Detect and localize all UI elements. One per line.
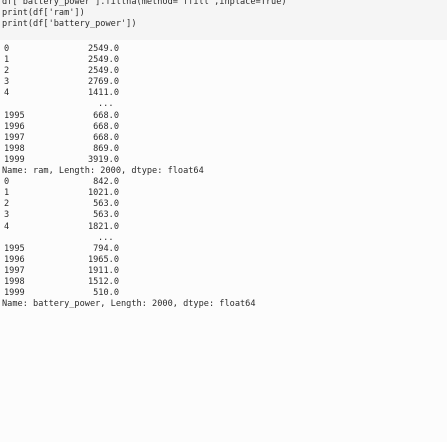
series-row: 0 2549.0 (2, 44, 447, 55)
series-row: 3 563.0 (2, 210, 447, 221)
series-row: 1 2549.0 (2, 55, 447, 66)
row-index: 1 (4, 188, 10, 199)
row-value: 510.0 (93, 288, 119, 299)
series-ellipsis-row: ... (2, 99, 447, 110)
series-row: 2 563.0 (2, 199, 447, 210)
series-row: 1999 3919.0 (2, 155, 447, 166)
ellipsis: ... (98, 232, 114, 243)
row-index: 4 (4, 88, 10, 99)
row-value: 842.0 (93, 177, 119, 188)
row-index: 0 (4, 177, 10, 188)
row-value: 563.0 (93, 199, 119, 210)
row-value: 2769.0 (87, 77, 119, 88)
series-row: 1997 1911.0 (2, 266, 447, 277)
row-value: 1021.0 (87, 188, 119, 199)
row-index: 0 (4, 44, 10, 54)
row-value: 869.0 (93, 143, 119, 154)
row-value: 1512.0 (87, 276, 119, 287)
row-index: 1995 (4, 243, 25, 254)
row-value: 1965.0 (87, 254, 119, 265)
row-index: 1996 (4, 254, 25, 265)
row-value: 3919.0 (87, 154, 119, 165)
row-index: 1997 (4, 132, 25, 143)
notebook-cell: df[ battery_power ].fillna(method= ffill… (0, 0, 447, 439)
series-footer: Name: battery_power, Length: 2000, dtype… (2, 299, 256, 310)
row-index: 3 (4, 77, 10, 88)
series-row: 1 1021.0 (2, 188, 447, 199)
row-value: 1821.0 (87, 221, 119, 232)
series-row: 4 1821.0 (2, 222, 447, 233)
series-row: 0 842.0 (2, 177, 447, 188)
row-index: 2 (4, 66, 10, 77)
row-index: 1999 (4, 288, 25, 299)
row-value: 1911.0 (87, 265, 119, 276)
series-row: 1995 794.0 (2, 244, 447, 255)
series-output-ram: 0 2549.0 1 2549.0 2 2549.0 3 2769.0 4 1411.0 … (2, 44, 447, 177)
row-value: 2549.0 (87, 44, 119, 54)
row-value: 2549.0 (87, 66, 119, 77)
series-row: 1997 668.0 (2, 133, 447, 144)
row-value: 2549.0 (87, 55, 119, 66)
row-value: 1411.0 (87, 88, 119, 99)
row-index: 1998 (4, 143, 25, 154)
code-line-fillna: df[ battery_power ].fillna(method= ffill… (2, 0, 287, 7)
row-value: 668.0 (93, 132, 119, 143)
series-row: 2 2549.0 (2, 66, 447, 77)
row-index: 3 (4, 210, 10, 221)
row-index: 1996 (4, 121, 25, 132)
row-value: 563.0 (93, 210, 119, 221)
row-index: 1999 (4, 154, 25, 165)
row-value: 668.0 (93, 121, 119, 132)
series-row: 1996 1965.0 (2, 255, 447, 266)
row-index: 1995 (4, 110, 25, 121)
series-row: 1999 510.0 (2, 288, 447, 299)
series-row: 1998 869.0 (2, 144, 447, 155)
row-index: 1998 (4, 276, 25, 287)
code-line-print-ram: print(df['ram']) (2, 8, 85, 18)
code-line-print-battery: print(df['battery_power']) (2, 19, 137, 29)
row-value: 794.0 (93, 243, 119, 254)
code-input-area[interactable]: df[ battery_power ].fillna(method= ffill… (0, 0, 447, 40)
row-value: 668.0 (93, 110, 119, 121)
series-row: 1996 668.0 (2, 122, 447, 133)
cell-output: 0 2549.0 1 2549.0 2 2549.0 3 2769.0 4 1411.0 … (0, 40, 447, 310)
row-index: 1997 (4, 265, 25, 276)
series-row: 4 1411.0 (2, 88, 447, 99)
series-output-battery-power: 0 842.0 1 1021.0 2 563.0 3 563.0 4 1821.0 ...… (2, 177, 447, 310)
row-index: 1 (4, 55, 10, 66)
row-index: 4 (4, 221, 10, 232)
series-row: 1998 1512.0 (2, 277, 447, 288)
series-row: 3 2769.0 (2, 77, 447, 88)
row-index: 2 (4, 199, 10, 210)
series-ellipsis-row: ... (2, 233, 447, 244)
ellipsis: ... (98, 99, 114, 110)
series-row: 1995 668.0 (2, 111, 447, 122)
series-footer: Name: ram, Length: 2000, dtype: float64 (2, 166, 204, 177)
